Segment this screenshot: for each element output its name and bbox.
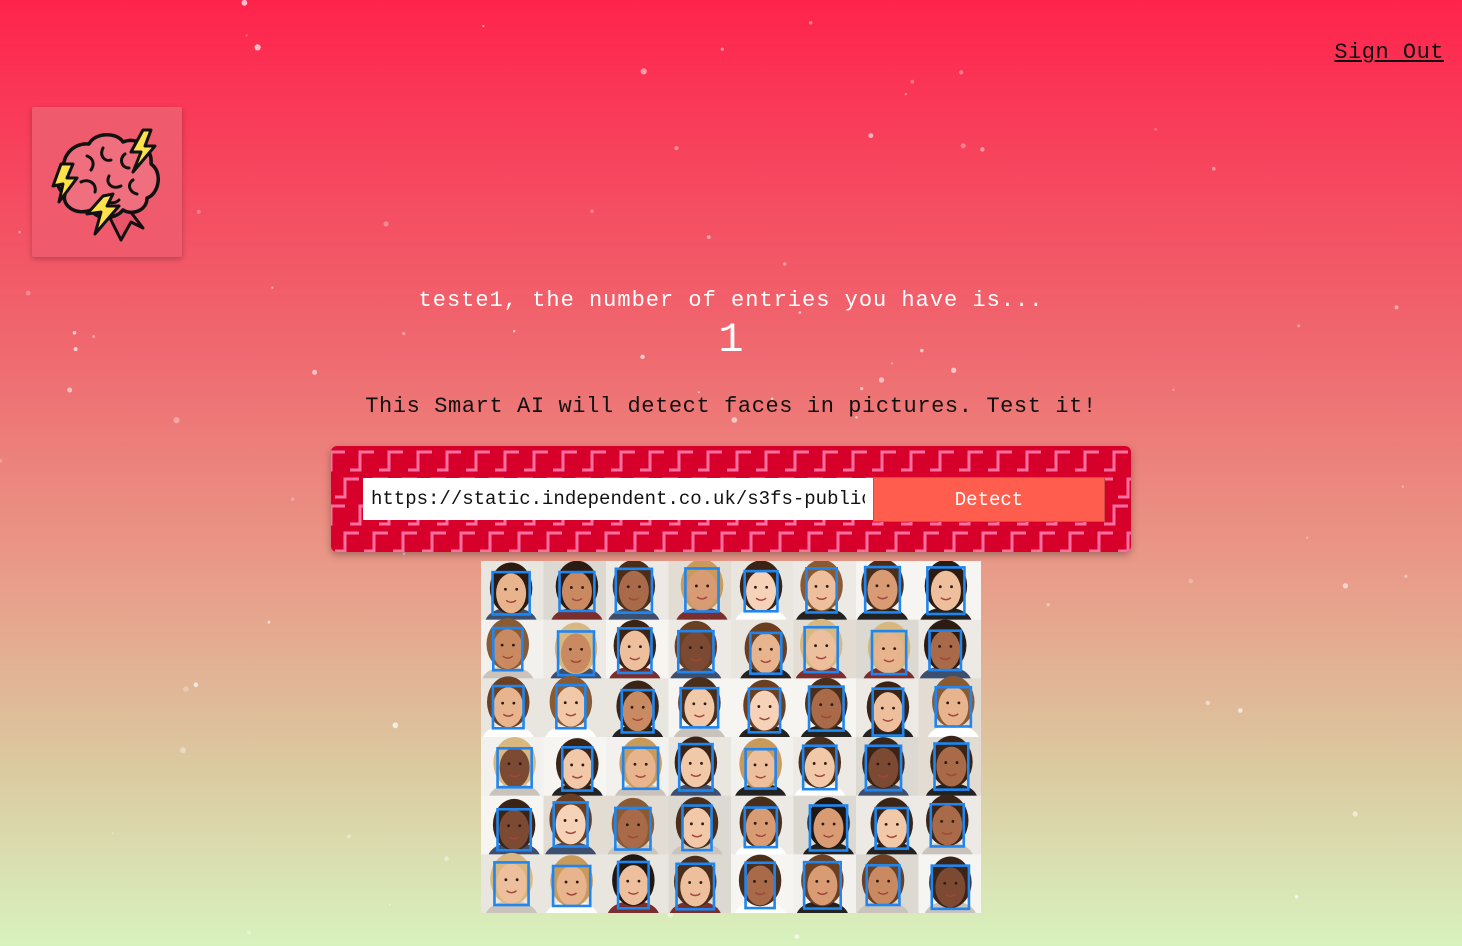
- entry-count: 1: [718, 316, 744, 364]
- intro-text: This Smart AI will detect faces in pictu…: [365, 394, 1097, 419]
- detect-button[interactable]: Detect: [873, 477, 1105, 522]
- image-link-form: Detect: [331, 446, 1131, 552]
- face-detection-result-image: [481, 558, 982, 934]
- logo[interactable]: [32, 107, 182, 257]
- brain-with-lightning-icon: [51, 128, 160, 242]
- sign-out-link[interactable]: Sign Out: [1334, 40, 1444, 65]
- faces-grid-photo: [481, 558, 982, 934]
- image-url-input[interactable]: [363, 478, 873, 520]
- rank-message: teste1, the number of entries you have i…: [418, 288, 1044, 313]
- face-tile: [918, 854, 982, 934]
